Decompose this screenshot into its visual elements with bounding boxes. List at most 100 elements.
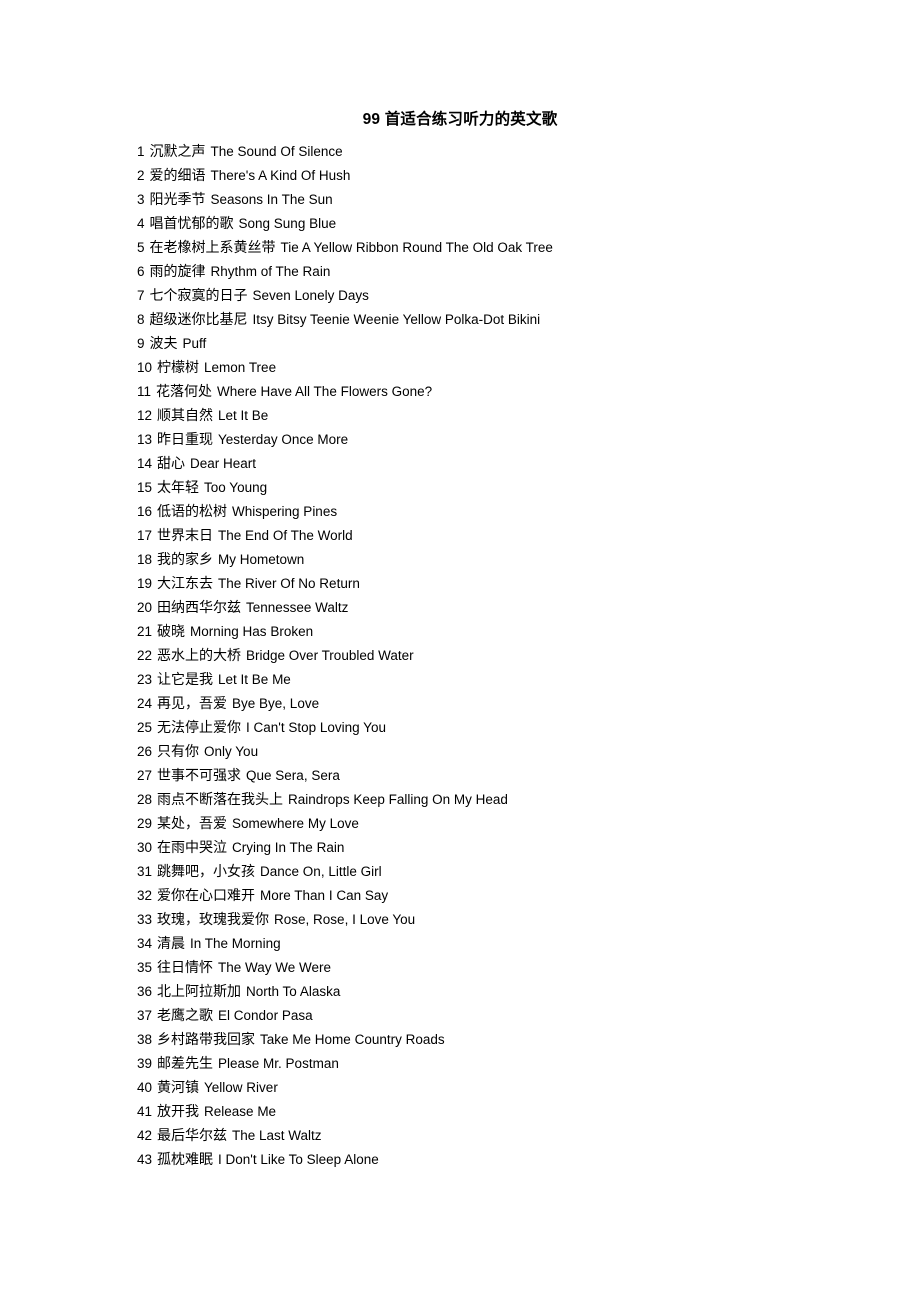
song-title-chinese: 唱首忧郁的歌 <box>149 215 234 231</box>
song-title-english: Where Have All The Flowers Gone? <box>217 384 433 399</box>
song-index: 7 <box>137 288 145 303</box>
song-title-english: I Can't Stop Loving You <box>246 720 386 735</box>
song-title-chinese: 破晓 <box>157 623 186 639</box>
song-title-chinese: 恶水上的大桥 <box>157 647 242 663</box>
song-index: 12 <box>137 408 153 423</box>
song-index: 8 <box>137 312 145 327</box>
song-title-chinese: 再见，吾爱 <box>157 695 228 711</box>
song-title-english: Dear Heart <box>190 456 257 471</box>
song-title-chinese: 清晨 <box>157 935 186 951</box>
song-title-chinese: 爱你在心口难开 <box>157 887 256 903</box>
song-title-chinese: 阳光季节 <box>149 191 206 207</box>
song-title-chinese: 田纳西华尔兹 <box>157 599 242 615</box>
song-title-english: Take Me Home Country Roads <box>260 1032 445 1047</box>
song-title-english: El Condor Pasa <box>218 1008 313 1023</box>
song-title-chinese: 老鹰之歌 <box>157 1007 214 1023</box>
list-item: 32 爱你在心口难开 More Than I Can Say <box>137 883 897 907</box>
list-item: 40 黄河镇 Yellow River <box>137 1075 897 1099</box>
list-item: 1 沉默之声 The Sound Of Silence <box>137 139 897 163</box>
song-list: 1 沉默之声 The Sound Of Silence 2 爱的细语 There's A … <box>137 139 897 1171</box>
song-index: 27 <box>137 768 153 783</box>
song-title-english: Puff <box>182 336 207 351</box>
song-title-chinese: 无法停止爱你 <box>157 719 242 735</box>
song-index: 9 <box>137 336 145 351</box>
song-title-english: Rhythm of The Rain <box>210 264 331 279</box>
song-index: 4 <box>137 216 145 231</box>
song-title-english: Yesterday Once More <box>218 432 349 447</box>
song-index: 32 <box>137 888 153 903</box>
song-title-chinese: 雨点不断落在我头上 <box>157 791 284 807</box>
song-title-english: Seasons In The Sun <box>210 192 333 207</box>
list-item: 4 唱首忧郁的歌 Song Sung Blue <box>137 211 897 235</box>
song-title-english: My Hometown <box>218 552 305 567</box>
song-title-english: North To Alaska <box>246 984 341 999</box>
song-title-chinese: 花落何处 <box>156 383 213 399</box>
song-title-chinese: 超级迷你比基尼 <box>149 311 248 327</box>
song-title-english: The River Of No Return <box>218 576 360 591</box>
song-title-english: The Sound Of Silence <box>210 144 343 159</box>
song-title-chinese: 玫瑰，玫瑰我爱你 <box>157 911 270 927</box>
song-title-chinese: 我的家乡 <box>157 551 214 567</box>
list-item: 21 破晓 Morning Has Broken <box>137 619 897 643</box>
song-title-english: Yellow River <box>204 1080 278 1095</box>
list-item: 3 阳光季节 Seasons In The Sun <box>137 187 897 211</box>
list-item: 43 孤枕难眠 I Don't Like To Sleep Alone <box>137 1147 897 1171</box>
song-index: 40 <box>137 1080 153 1095</box>
song-index: 20 <box>137 600 153 615</box>
song-title-chinese: 孤枕难眠 <box>157 1151 214 1167</box>
song-index: 10 <box>137 360 153 375</box>
song-title-chinese: 波夫 <box>149 335 178 351</box>
list-item: 33 玫瑰，玫瑰我爱你 Rose, Rose, I Love You <box>137 907 897 931</box>
song-title-english: Que Sera, Sera <box>246 768 340 783</box>
list-item: 41 放开我 Release Me <box>137 1099 897 1123</box>
song-title-chinese: 在雨中哭泣 <box>157 839 228 855</box>
song-index: 37 <box>137 1008 153 1023</box>
song-title-chinese: 顺其自然 <box>157 407 214 423</box>
list-item: 26 只有你 Only You <box>137 739 897 763</box>
song-index: 34 <box>137 936 153 951</box>
song-title-chinese: 沉默之声 <box>149 143 206 159</box>
song-index: 5 <box>137 240 145 255</box>
list-item: 28 雨点不断落在我头上 Raindrops Keep Falling On My … <box>137 787 897 811</box>
list-item: 27 世事不可强求 Que Sera, Sera <box>137 763 897 787</box>
song-index: 21 <box>137 624 153 639</box>
song-title-english: Let It Be Me <box>218 672 291 687</box>
song-title-chinese: 跳舞吧，小女孩 <box>157 863 256 879</box>
song-title-chinese: 某处，吾爱 <box>157 815 228 831</box>
song-title-english: Only You <box>204 744 259 759</box>
song-index: 14 <box>137 456 153 471</box>
song-title-english: The Last Waltz <box>232 1128 322 1143</box>
song-title-chinese: 乡村路带我回家 <box>157 1031 256 1047</box>
list-item: 6 雨的旋律 Rhythm of The Rain <box>137 259 897 283</box>
song-title-chinese: 最后华尔兹 <box>157 1127 228 1143</box>
list-item: 12 顺其自然 Let It Be <box>137 403 897 427</box>
song-index: 22 <box>137 648 153 663</box>
song-title-english: I Don't Like To Sleep Alone <box>218 1152 379 1167</box>
song-title-english: Too Young <box>204 480 268 495</box>
list-item: 8 超级迷你比基尼 Itsy Bitsy Teenie Weenie Yellow … <box>137 307 897 331</box>
list-item: 9 波夫 Puff <box>137 331 897 355</box>
song-title-chinese: 世事不可强求 <box>157 767 242 783</box>
song-index: 11 <box>137 384 152 399</box>
song-index: 24 <box>137 696 153 711</box>
list-item: 15 太年轻 Too Young <box>137 475 897 499</box>
song-title-english: Let It Be <box>218 408 269 423</box>
list-item: 7 七个寂寞的日子 Seven Lonely Days <box>137 283 897 307</box>
list-item: 11 花落何处 Where Have All The Flowers Gone? <box>137 379 897 403</box>
list-item: 2 爱的细语 There's A Kind Of Hush <box>137 163 897 187</box>
song-index: 30 <box>137 840 153 855</box>
song-title-english: Bridge Over Troubled Water <box>246 648 414 663</box>
song-title-english: Release Me <box>204 1104 277 1119</box>
song-index: 2 <box>137 168 145 183</box>
song-title-english: Raindrops Keep Falling On My Head <box>288 792 508 807</box>
song-title-chinese: 太年轻 <box>157 479 200 495</box>
song-title-english: There's A Kind Of Hush <box>210 168 351 183</box>
song-index: 31 <box>137 864 153 879</box>
song-index: 18 <box>137 552 153 567</box>
list-item: 30 在雨中哭泣 Crying In The Rain <box>137 835 897 859</box>
song-title-english: In The Morning <box>190 936 281 951</box>
song-title-english: Somewhere My Love <box>232 816 359 831</box>
song-title-chinese: 世界末日 <box>157 527 214 543</box>
song-index: 23 <box>137 672 153 687</box>
list-item: 5 在老橡树上系黄丝带 Tie A Yellow Ribbon Round The … <box>137 235 897 259</box>
